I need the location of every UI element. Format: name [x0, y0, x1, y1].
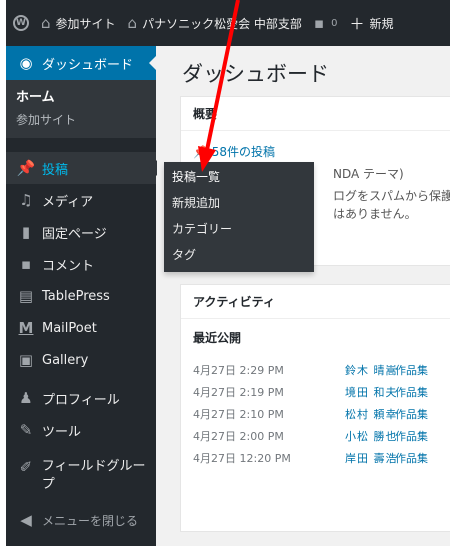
activity-author[interactable]: 岸田 壽浩	[345, 448, 397, 470]
sidebar-item-media[interactable]: ♫ メディア	[6, 184, 156, 216]
sidebar-item-dashboard[interactable]: ◉ ダッシュボード	[6, 46, 157, 80]
activity-author[interactable]: 境田 和夫	[345, 382, 397, 404]
posts-flyout-menu: 投稿一覧 新規追加 カテゴリー タグ	[164, 162, 314, 272]
sidebar-item-label: ツール	[42, 424, 82, 440]
field-icon: ✐	[19, 458, 33, 476]
admin-sidebar: ◉ ダッシュボード ホーム 参加サイト 📌 投稿 ♫ メディア ▮ 固定ページ …	[6, 46, 157, 546]
activity-widget: アクティビティ 最近公開 4月27日 2:29 PM 鈴木 晴嵩 作品集 4月2…	[180, 284, 450, 532]
activity-row: 4月27日 12:20 PM 岸田 壽浩 作品集	[181, 448, 450, 470]
submenu-item-my-sites[interactable]: 参加サイト	[16, 109, 156, 131]
activity-date: 4月27日 2:00 PM	[193, 430, 284, 443]
activity-title[interactable]: 作品集	[395, 382, 428, 404]
my-sites-menu[interactable]: ⌂ 参加サイト	[41, 14, 116, 32]
flyout-item-all-posts[interactable]: 投稿一覧	[164, 164, 314, 190]
media-icon: ♫	[19, 191, 33, 209]
sidebar-item-label: 固定ページ	[42, 226, 107, 242]
table-icon: ▤	[18, 287, 34, 305]
comments-menu[interactable]: ▪ 0	[314, 14, 338, 32]
comment-icon: ▪	[313, 14, 325, 32]
sidebar-item-field-groups[interactable]: ✐ フィールドグループ	[6, 446, 156, 504]
sidebar-item-label: TablePress	[42, 288, 110, 304]
comment-count: 0	[331, 17, 338, 29]
site-name-menu[interactable]: ⌂ パナソニック松愛会 中部支部	[128, 14, 302, 32]
activity-row: 4月27日 2:10 PM 松村 頼幸 作品集	[181, 404, 450, 426]
sidebar-item-label: 投稿	[42, 162, 69, 178]
activity-author[interactable]: 小松 勝也	[345, 426, 397, 448]
sidebar-item-tablepress[interactable]: ▤ TablePress	[6, 280, 156, 312]
sidebar-item-label: Gallery	[42, 352, 89, 368]
collapse-arrow-icon: ◀	[20, 511, 32, 529]
sidebar-item-posts[interactable]: 📌 投稿	[6, 152, 157, 184]
activity-title[interactable]: 作品集	[395, 426, 428, 448]
activity-date: 4月27日 2:10 PM	[193, 408, 284, 421]
page-title: ダッシュボード	[182, 62, 329, 86]
sidebar-item-mailpoet[interactable]: M MailPoet	[6, 312, 156, 344]
pin-icon: 📌	[193, 145, 212, 159]
sidebar-item-comments[interactable]: ▪ コメント	[6, 248, 156, 280]
sidebar-item-label: MailPoet	[42, 320, 97, 336]
gallery-icon: ▣	[18, 351, 34, 369]
activity-author[interactable]: 松村 頼幸	[345, 404, 397, 426]
sites-icon: ⌂	[41, 14, 51, 32]
activity-date: 4月27日 2:29 PM	[193, 364, 284, 377]
activity-author[interactable]: 鈴木 晴嵩	[345, 360, 397, 382]
dashboard-submenu: ホーム 参加サイト	[6, 80, 156, 138]
collapse-menu-label: メニューを閉じる	[42, 513, 139, 528]
wrench-icon: ✎	[19, 421, 33, 439]
spam-text-2: はありません。	[333, 207, 417, 221]
site-name-label: パナソニック松愛会 中部支部	[142, 16, 302, 31]
activity-date: 4月27日 2:19 PM	[193, 386, 284, 399]
my-sites-label: 参加サイト	[55, 16, 116, 31]
theme-text: NDA テーマ)	[333, 167, 404, 181]
home-icon: ⌂	[127, 14, 138, 32]
spam-text: ログをスパムから保護して	[333, 189, 450, 203]
main-content: ダッシュボード 概要 📌 58件の投稿 NDA テーマ) ログをスパムから保護し…	[156, 46, 450, 546]
page-icon: ▮	[21, 223, 31, 241]
sidebar-item-label: コメント	[42, 258, 95, 274]
activity-row: 4月27日 2:00 PM 小松 勝也 作品集	[181, 426, 450, 448]
flyout-item-add-new[interactable]: 新規追加	[164, 190, 314, 216]
sidebar-item-label: フィールドグループ	[41, 459, 146, 492]
activity-title[interactable]: 作品集	[395, 404, 428, 426]
posts-count-row: 📌 58件の投稿	[193, 141, 450, 163]
admin-bar: W ⌂ 参加サイト ⌂ パナソニック松愛会 中部支部 ▪ 0 ＋ 新規	[6, 0, 450, 46]
widget-title: アクティビティ	[181, 285, 450, 319]
flyout-item-tags[interactable]: タグ	[164, 242, 314, 268]
pin-icon: 📌	[16, 159, 36, 177]
user-icon: ♟	[19, 389, 33, 407]
plus-icon: ＋	[349, 14, 365, 33]
activity-title[interactable]: 作品集	[395, 448, 428, 470]
widget-title: 概要	[181, 97, 450, 131]
posts-count-link[interactable]: 58件の投稿	[212, 145, 275, 159]
flyout-item-categories[interactable]: カテゴリー	[164, 216, 314, 242]
activity-title[interactable]: 作品集	[395, 360, 428, 382]
new-content-menu[interactable]: ＋ 新規	[349, 13, 393, 34]
sidebar-item-label: ダッシュボード	[42, 57, 134, 73]
sidebar-item-label: プロフィール	[42, 392, 120, 408]
sidebar-item-label: メディア	[42, 194, 94, 210]
sidebar-item-pages[interactable]: ▮ 固定ページ	[6, 216, 156, 248]
activity-row: 4月27日 2:19 PM 境田 和夫 作品集	[181, 382, 450, 404]
sidebar-item-gallery[interactable]: ▣ Gallery	[6, 344, 156, 376]
wordpress-logo-icon[interactable]: W	[13, 15, 29, 31]
sidebar-item-profile[interactable]: ♟ プロフィール	[6, 382, 156, 414]
dashboard-icon: ◉	[19, 54, 33, 72]
comment-icon: ▪	[20, 255, 32, 273]
activity-row: 4月27日 2:29 PM 鈴木 晴嵩 作品集	[181, 360, 450, 382]
activity-date: 4月27日 12:20 PM	[193, 452, 291, 465]
submenu-item-home[interactable]: ホーム	[16, 87, 156, 109]
recently-published-heading: 最近公開	[193, 331, 242, 345]
mailpoet-icon: M	[18, 319, 34, 337]
sidebar-item-tools[interactable]: ✎ ツール	[6, 414, 156, 446]
new-content-label: 新規	[369, 16, 394, 31]
collapse-menu-button[interactable]: ◀ メニューを閉じる	[6, 504, 156, 536]
wp-admin-window: W ⌂ 参加サイト ⌂ パナソニック松愛会 中部支部 ▪ 0 ＋ 新規 ◉ ダッ…	[6, 0, 450, 546]
